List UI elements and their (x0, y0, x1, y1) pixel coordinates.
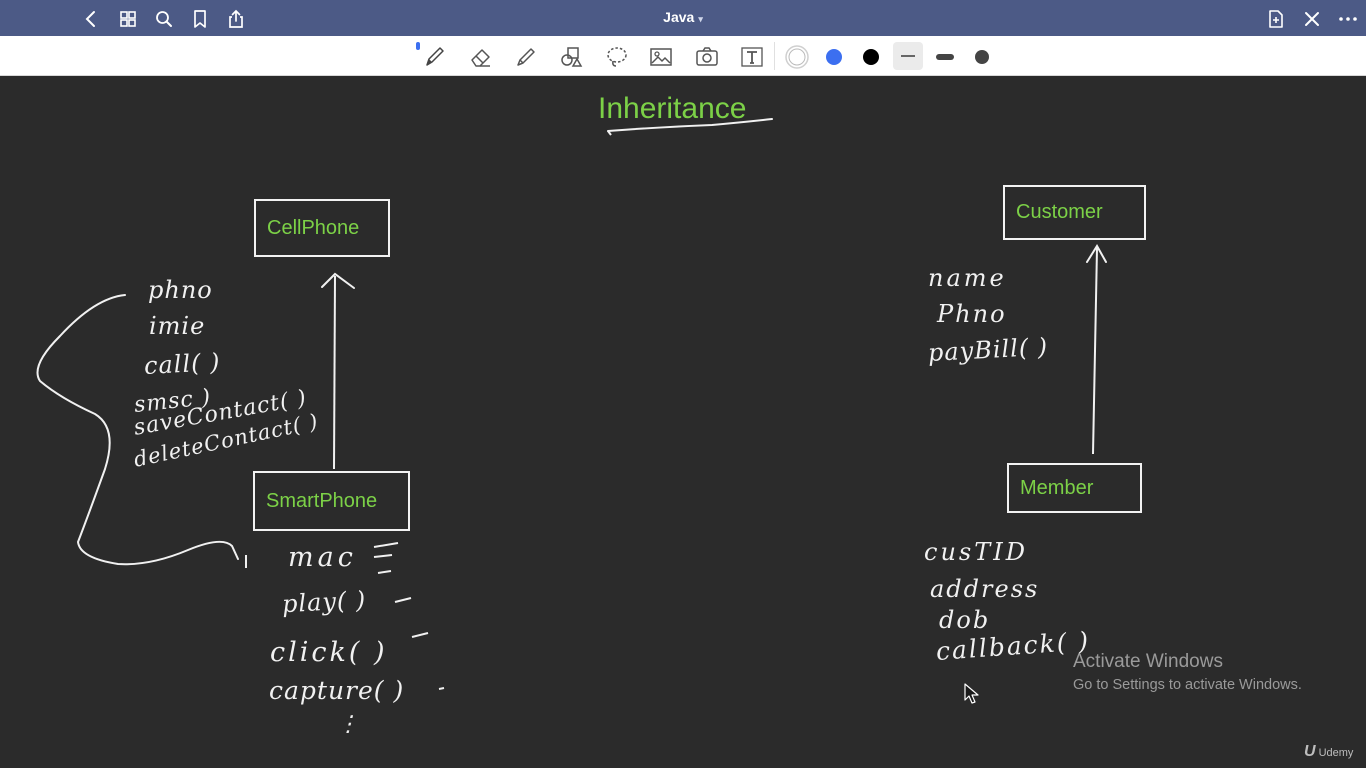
color-black-swatch[interactable] (858, 44, 884, 70)
class-name: Member (1020, 476, 1094, 499)
class-box-customer: Customer (1003, 185, 1146, 240)
member-text: cusTID (924, 538, 1028, 566)
continuation-dots: ⋮ (337, 712, 360, 737)
document-title-text: Java (663, 9, 695, 25)
more-icon[interactable] (1337, 8, 1359, 30)
member-text: imie (149, 312, 206, 340)
class-name: Customer (1016, 201, 1103, 223)
page-heading: Inheritance (598, 92, 747, 125)
mouse-cursor-icon (964, 683, 979, 704)
class-name: SmartPhone (266, 489, 378, 512)
top-bar: Java ▾ (0, 0, 1366, 36)
member-text: call( ) (143, 348, 222, 380)
activate-windows-title: Activate Windows (1073, 651, 1223, 672)
text-icon[interactable] (739, 44, 765, 70)
member-text: address (930, 575, 1040, 603)
eraser-icon[interactable] (468, 44, 494, 70)
image-icon[interactable] (648, 44, 674, 70)
member-text: play( ) (281, 585, 367, 619)
class-box-member: Member (1007, 463, 1142, 513)
udemy-watermark: U Udemy (1304, 743, 1353, 761)
chevron-down-icon: ▾ (698, 14, 703, 24)
udemy-logo-icon: U (1304, 743, 1316, 760)
member-text: name (928, 264, 1007, 292)
stroke-thin-button[interactable] (893, 42, 923, 70)
toolbar-divider (774, 42, 775, 70)
add-page-icon[interactable] (1265, 8, 1287, 30)
lasso-icon[interactable] (604, 44, 630, 70)
member-text: dob (939, 606, 991, 634)
pen-icon[interactable] (421, 44, 447, 70)
class-name: CellPhone (267, 216, 360, 239)
shapes-icon[interactable] (558, 44, 584, 70)
member-text: capture( ) (269, 676, 405, 705)
class-box-cellphone: CellPhone (254, 199, 390, 257)
stroke-thick-button[interactable] (969, 44, 995, 70)
member-text: mac (288, 542, 357, 573)
color-blue-swatch[interactable] (821, 44, 847, 70)
camera-icon[interactable] (694, 44, 720, 70)
member-text: Phno (937, 300, 1007, 328)
drawing-toolbar (0, 36, 1366, 76)
member-text: click( ) (270, 637, 388, 668)
highlighter-icon[interactable] (513, 44, 539, 70)
note-canvas[interactable]: Inheritance CellPhone SmartPhone phno im… (0, 76, 1366, 768)
color-white-swatch[interactable] (784, 44, 810, 70)
activate-windows-subtitle: Go to Settings to activate Windows. (1073, 677, 1302, 693)
member-text: phno (148, 276, 213, 304)
close-icon[interactable] (1301, 8, 1323, 30)
class-box-smartphone: SmartPhone (253, 471, 410, 531)
document-title[interactable]: Java ▾ (0, 9, 1366, 25)
stroke-medium-button[interactable] (932, 44, 958, 70)
watermark-text: Udemy (1318, 747, 1354, 759)
pen-active-indicator (416, 42, 420, 50)
